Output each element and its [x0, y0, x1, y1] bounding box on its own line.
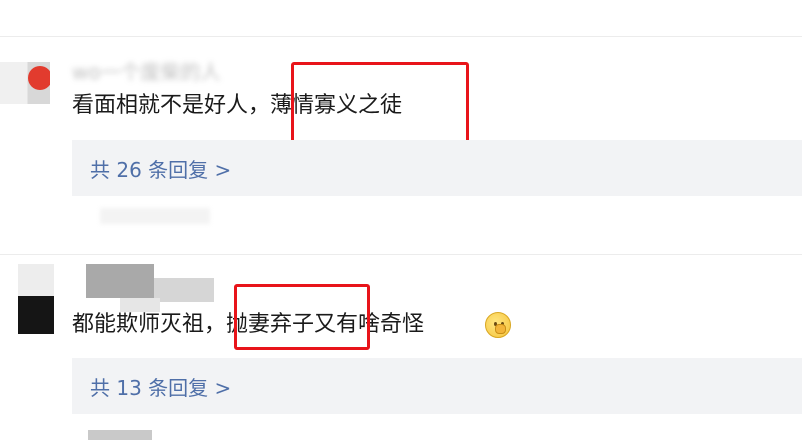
avatar[interactable] — [18, 264, 54, 334]
avatar-badge-icon — [28, 66, 50, 90]
reply-box[interactable]: 共 13 条回复 > — [72, 358, 802, 414]
avatar-pixel-block — [18, 264, 54, 296]
blurred-content — [88, 430, 152, 440]
view-replies-link[interactable]: 共 13 条回复 > — [90, 372, 231, 401]
comment-username[interactable]: wo一个废柴的人 — [72, 56, 221, 85]
avatar-pixel-block — [18, 296, 54, 334]
highlight-frame — [234, 284, 370, 350]
blurred-content — [100, 208, 210, 224]
comment-text-part: 都能欺师灭祖， — [72, 312, 227, 337]
comment-text-part: 看面相就不是好人， — [72, 93, 271, 118]
comment-username-redacted — [154, 278, 214, 302]
emoji-hand — [495, 324, 506, 334]
comment-divider — [0, 254, 802, 255]
highlight-frame — [291, 62, 469, 148]
view-replies-link[interactable]: 共 26 条回复 > — [90, 154, 231, 183]
top-divider — [0, 36, 802, 37]
comment-feed: wo一个废柴的人 看面相就不是好人，薄情寡义之徒 共 26 条回复 > 都能欺师… — [0, 0, 802, 440]
comment-username-redacted[interactable] — [86, 264, 154, 298]
thinking-face-emoji — [485, 312, 511, 338]
avatar[interactable] — [0, 62, 50, 104]
reply-box[interactable]: 共 26 条回复 > — [72, 140, 802, 196]
